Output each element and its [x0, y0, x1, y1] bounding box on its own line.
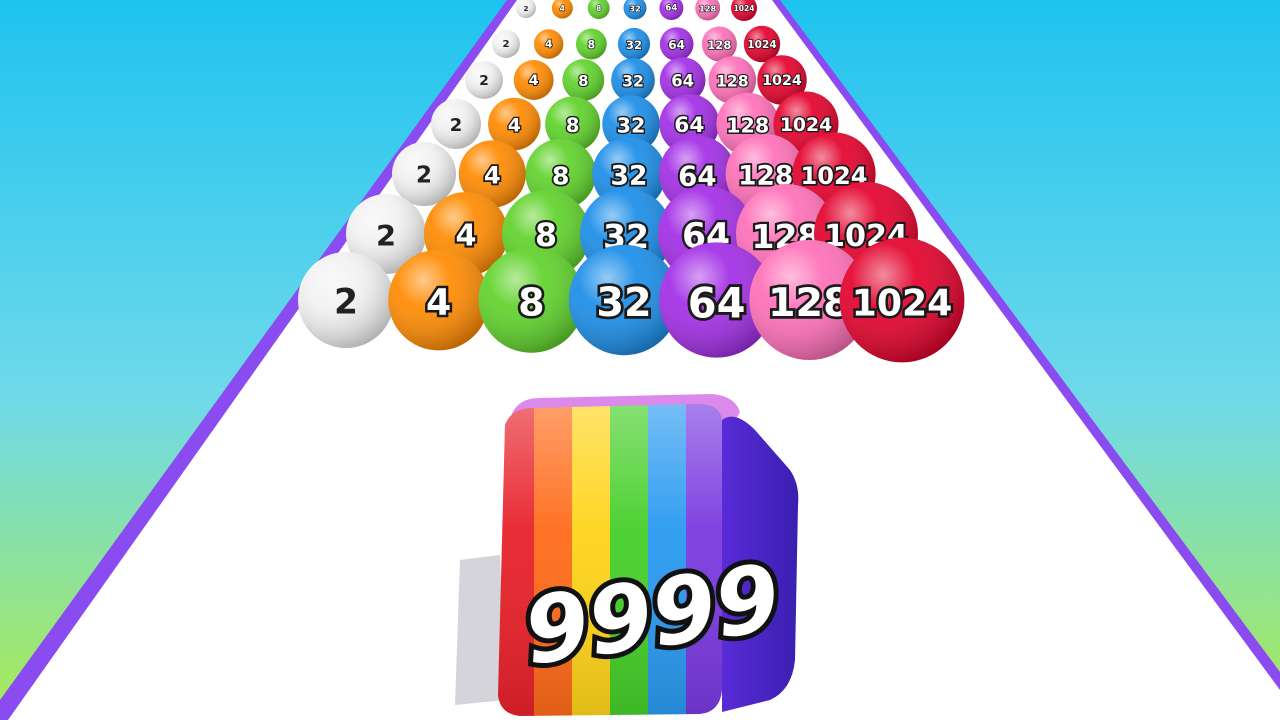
ball-label: 32 — [629, 4, 641, 14]
ball-128: 128 — [701, 26, 737, 62]
ball-label: 8 — [552, 161, 570, 190]
ball-label: 2 — [334, 282, 358, 322]
ball-label: 128 — [707, 38, 731, 52]
ball-label: 1024 — [734, 4, 755, 13]
ball-label: 64 — [671, 72, 694, 91]
ball-2: 2 — [431, 99, 481, 149]
ball-2: 2 — [298, 252, 394, 348]
ball-label: 2 — [479, 73, 489, 89]
ball-label: 4 — [529, 73, 539, 89]
ball-label: 2 — [376, 219, 396, 253]
cube-shadow — [455, 555, 505, 705]
ball-label: 1024 — [762, 73, 802, 89]
game-scene: 2 4 8 32 64 128 10242 4 8 32 64 128 10242 4 8 32 64 128 10… — [0, 0, 1280, 720]
ball-label: 2 — [450, 115, 463, 136]
ball-label: 1024 — [780, 115, 832, 136]
ball-label: 32 — [626, 38, 642, 52]
ball-label: 64 — [668, 38, 685, 52]
ball-label: 128 — [726, 114, 769, 138]
ball-4: 4 — [513, 60, 554, 100]
ball-4: 4 — [533, 29, 564, 59]
ball-label: 4 — [426, 281, 451, 324]
ball-label: 32 — [611, 160, 648, 191]
ball-label: 8 — [587, 38, 595, 51]
ball-label: 2 — [416, 163, 432, 189]
ball-label: 4 — [545, 39, 552, 51]
ball-label: 64 — [674, 113, 704, 138]
ball-2: 2 — [492, 30, 520, 58]
ball-32: 32 — [617, 27, 651, 61]
ball-label: 8 — [566, 114, 580, 137]
ball-1024: 1024 — [839, 237, 965, 363]
ball-4: 4 — [388, 249, 490, 351]
ball-label: 2 — [502, 39, 509, 50]
ball-label: 32 — [617, 113, 646, 137]
ball-label: 4 — [508, 114, 521, 136]
ball-label: 64 — [665, 4, 677, 14]
ball-32: 32 — [611, 58, 655, 102]
ball-label: 128 — [699, 4, 717, 14]
ball-label: 128 — [768, 280, 851, 326]
ball-label: 32 — [622, 72, 644, 91]
ball-label: 1024 — [747, 39, 777, 51]
player-cube: 9999 — [455, 394, 799, 716]
ball-label: 8 — [518, 281, 544, 325]
ball-label: 32 — [596, 280, 651, 326]
ball-label: 64 — [688, 278, 746, 327]
ball-label: 4 — [484, 162, 501, 190]
ball-label: 8 — [578, 72, 588, 90]
ball-label: 1024 — [852, 282, 953, 325]
ball-64: 64 — [659, 27, 694, 61]
ball-8: 8 — [562, 59, 605, 101]
ball-label: 4 — [455, 219, 476, 254]
ball-8: 8 — [575, 28, 607, 60]
ball-8: 8 — [478, 247, 585, 353]
ball-2: 2 — [465, 61, 503, 99]
ball-label: 4 — [560, 4, 565, 13]
ball-label: 2 — [523, 4, 528, 13]
ball-2: 2 — [392, 142, 456, 206]
ball-label: 8 — [596, 4, 602, 13]
ball-label: 128 — [716, 72, 749, 91]
